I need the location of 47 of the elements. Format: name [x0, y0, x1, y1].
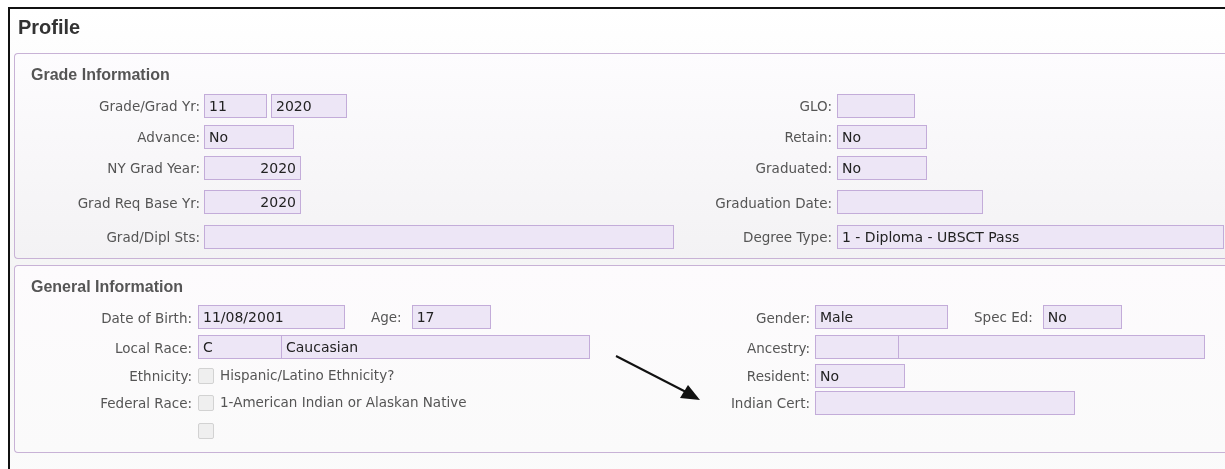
page-title: Profile	[17, 15, 82, 40]
input-field[interactable]: No	[204, 124, 294, 149]
checkbox-label: 1-American Indian or Alaskan Native	[220, 395, 467, 410]
input-field[interactable]: No	[815, 363, 905, 388]
input-field[interactable]: C Caucasian	[198, 335, 590, 359]
field-label: Advance:	[137, 129, 200, 145]
field-label: Degree Type:	[743, 229, 832, 245]
field-label: Resident:	[746, 368, 810, 384]
input-field[interactable]: 17	[411, 305, 491, 329]
input-field[interactable]	[837, 190, 983, 214]
input-field[interactable]	[837, 93, 915, 118]
checkbox-label: Hispanic/Latino Ethnicity?	[220, 368, 395, 383]
field-label: Date of Birth:	[101, 309, 192, 326]
input-field[interactable]: 2020	[271, 93, 347, 118]
input-field[interactable]	[204, 224, 674, 249]
checkbox[interactable]	[198, 423, 214, 439]
input-field[interactable]: 1 - Diploma - UBSCT Pass	[837, 224, 1224, 249]
input-field[interactable]: No	[837, 155, 927, 180]
input-field[interactable]: 11/08/2001	[198, 305, 345, 329]
field-label: Retain:	[784, 129, 832, 145]
field-label: Gender:	[755, 309, 810, 326]
input-field[interactable]	[815, 335, 1205, 359]
field-label: Grad Req Base Yr:	[77, 194, 200, 211]
field-label: Spec Ed:	[974, 309, 1033, 325]
field-label: NY Grad Year:	[107, 160, 200, 176]
section-title: Grade Information	[30, 65, 171, 85]
field-label: Graduation Date:	[715, 194, 832, 211]
input-field[interactable]: Male	[815, 305, 948, 329]
field-label: Indian Cert:	[730, 395, 810, 411]
field-label: Federal Race:	[100, 395, 192, 411]
input-field[interactable]: 11	[204, 93, 267, 118]
input-field[interactable]	[815, 390, 1075, 415]
input-field[interactable]: 2020	[204, 190, 301, 214]
field-label: Local Race:	[115, 339, 192, 356]
field-label: Age:	[371, 309, 402, 325]
field-label: Grad/Dipl Sts:	[106, 229, 200, 245]
input-field[interactable]: 2020	[204, 155, 301, 180]
input-field[interactable]: No	[1042, 305, 1122, 329]
field-label: Ancestry:	[747, 339, 810, 356]
section-title: General Information	[30, 277, 185, 297]
field-label: GLO:	[799, 98, 832, 114]
checkbox[interactable]	[198, 394, 214, 411]
field-label: Grade/Grad Yr:	[99, 98, 200, 114]
field-label: Ethnicity:	[129, 368, 192, 384]
field-label: Graduated:	[755, 160, 832, 176]
input-field[interactable]: No	[837, 124, 927, 149]
checkbox[interactable]	[198, 367, 214, 384]
